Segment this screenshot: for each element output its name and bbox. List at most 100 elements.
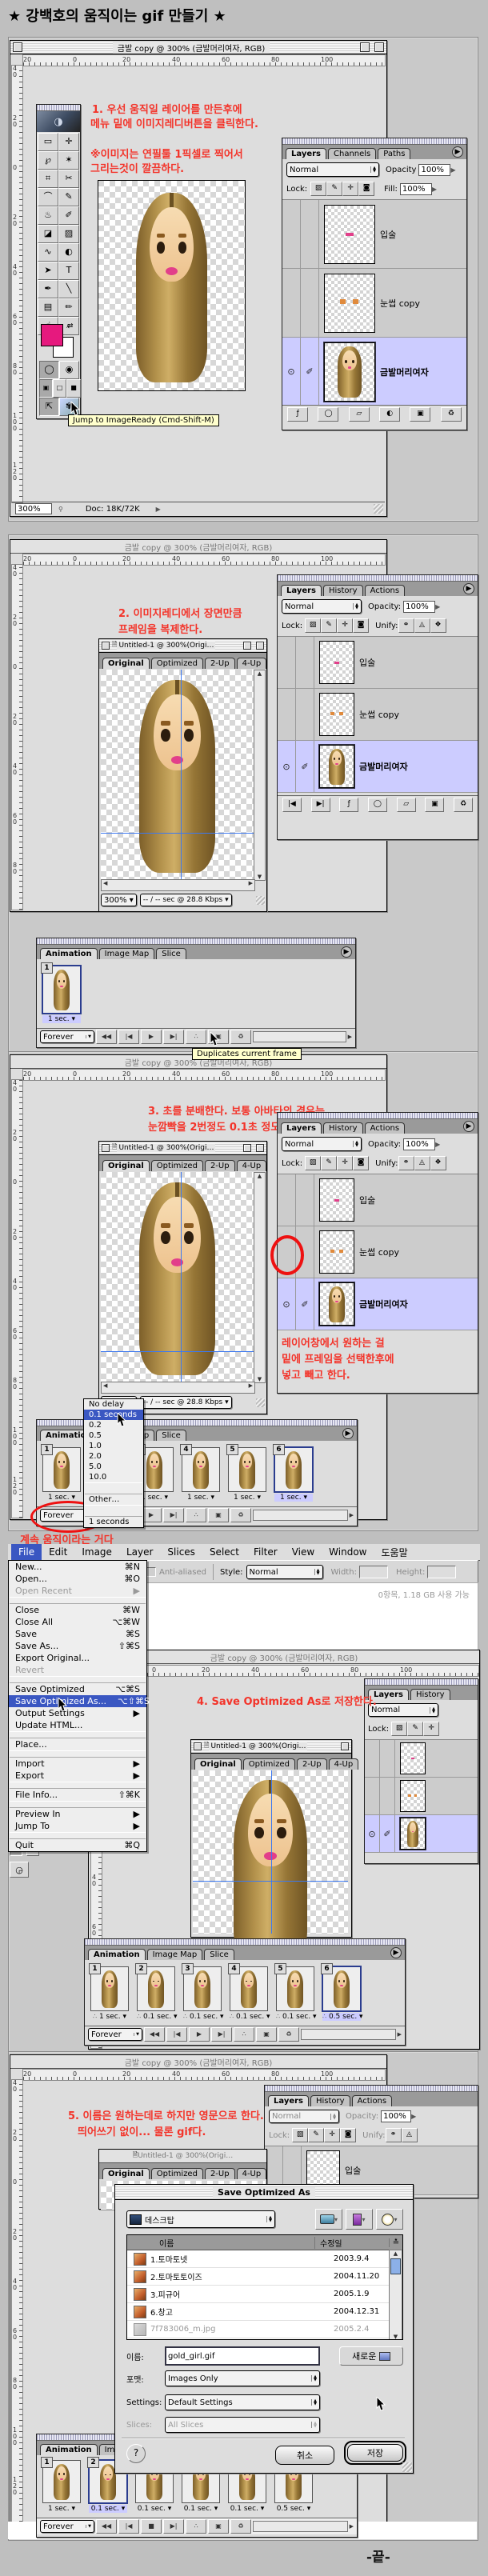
tool-button[interactable]: ╲	[58, 280, 79, 298]
menubar-item[interactable]: Layer	[119, 1544, 160, 1560]
playback-button-icon[interactable]: ▶|	[211, 2027, 232, 2042]
preview-info-select[interactable]: -- / -- sec @ 28.8 Kbps ▾	[140, 1396, 232, 1409]
tab-slice[interactable]: Slice	[156, 948, 186, 959]
horizontal-scrollbar[interactable]: ◀▶	[101, 1382, 255, 1394]
visibility-eye-icon[interactable]: ⊙	[365, 1740, 380, 1777]
tool-button[interactable]: ✐	[58, 206, 79, 225]
playback-button-icon[interactable]: ▶|	[163, 2519, 184, 2534]
screen-mode-icon[interactable]: □	[53, 379, 66, 398]
doc-titlebar[interactable]: 🗎 Untitled-1 @ 300%(Origi…	[99, 1142, 266, 1155]
playback-button-icon[interactable]: ▶|	[163, 1030, 184, 1044]
vertical-scrollbar[interactable]: ▲▼	[254, 1172, 266, 1383]
frame-delay[interactable]: 1 sec. ▾	[274, 1494, 313, 1502]
lock-transparency-icon[interactable]: ▨	[310, 182, 326, 196]
tab-actions[interactable]: Actions	[365, 585, 406, 596]
tool-button[interactable]: ∿	[38, 243, 58, 262]
layer-row[interactable]: ⊙ ✐	[365, 1815, 478, 1853]
file-menu-item[interactable]: Output Settings▶	[9, 1707, 146, 1719]
lock-image-icon[interactable]: ✎	[321, 618, 337, 633]
delay-menu-item[interactable]: 5.0	[84, 1462, 143, 1472]
frame-delay[interactable]: ∴ 0.1 sec. ▾	[230, 2013, 268, 2021]
resize-grip[interactable]	[256, 896, 265, 905]
frame-delay[interactable]: ∴ 0.5 sec. ▾	[322, 2013, 361, 2021]
tool-button[interactable]: T	[58, 262, 79, 280]
visibility-eye-icon[interactable]: ⊙	[278, 741, 296, 792]
unify-position-icon[interactable]: ⚭	[398, 618, 414, 633]
tab-original[interactable]: Original	[102, 658, 150, 669]
resize-grip[interactable]	[256, 1398, 265, 1407]
frame-delay[interactable]: 1 sec. ▾	[182, 1494, 220, 1502]
antialiased-checkbox[interactable]	[146, 1567, 156, 1577]
scroll-right-icon[interactable]: ▶	[350, 2523, 354, 2530]
palette-button-icon[interactable]: ▶|	[311, 798, 330, 812]
playback-button-icon[interactable]: ▶	[189, 2027, 210, 2042]
menubar-item[interactable]: Filter	[246, 1544, 285, 1560]
tool-button[interactable]: ⌒	[38, 188, 58, 206]
loop-select[interactable]: Forever▼	[88, 2028, 142, 2041]
preview-info-select[interactable]: -- / -- sec @ 28.8 Kbps ▾	[140, 894, 232, 906]
delay-menu-item[interactable]: 0.2	[84, 1420, 143, 1430]
tab-optimized[interactable]: Optimized	[151, 1160, 203, 1171]
animation-frame[interactable]: 1 1 sec. ▾	[42, 1447, 81, 1502]
tab-layers[interactable]: Layers	[286, 148, 326, 159]
animation-frame[interactable]: 6 ∴ 0.5 sec. ▾	[322, 1966, 361, 2021]
screen-mode-icon[interactable]: ▣	[39, 379, 53, 398]
animation-frame[interactable]: 1 1 sec. ▾	[42, 966, 81, 1023]
palette-drag-bar[interactable]	[37, 938, 355, 945]
palette-drag-bar[interactable]	[37, 105, 80, 111]
image-canvas[interactable]	[98, 180, 246, 391]
tab-layers[interactable]: Layers	[268, 2095, 309, 2106]
file-menu-item[interactable]: Revert	[9, 1664, 146, 1676]
palette-button-icon[interactable]: ◐	[379, 407, 400, 422]
tab-history[interactable]: History	[410, 1689, 450, 1700]
tool-button[interactable]: ℘	[38, 151, 58, 170]
animation-frame[interactable]: 4 ∴ 0.1 sec. ▾	[230, 1966, 268, 2021]
tab-imagemap[interactable]: Image Map	[147, 1949, 203, 1960]
column-date[interactable]: 수정일	[314, 2237, 389, 2249]
menubar-item[interactable]: 도움말	[374, 1544, 415, 1560]
file-menu-item[interactable]	[10, 1597, 146, 1604]
close-box-icon[interactable]	[13, 42, 22, 52]
frame-delay[interactable]: ∴ 1 sec. ▾	[90, 2013, 129, 2021]
windowshade-box-icon[interactable]	[243, 1144, 251, 1152]
file-menu-item[interactable]: Open Recent▶	[9, 1585, 146, 1597]
tab-4up[interactable]: 4-Up	[329, 1758, 359, 1770]
tab-2up[interactable]: 2-Up	[205, 1160, 235, 1171]
lock-transparency-icon[interactable]: ▨	[305, 618, 321, 633]
window-titlebar[interactable]: 금발 copy @ 300% (금발머리여자, RGB)	[10, 41, 386, 54]
layer-row[interactable]: ⊙ ✐ 눈썹 copy	[282, 269, 466, 338]
location-select[interactable]: 데스크탑▲▼	[126, 2210, 275, 2228]
layer-row[interactable]: ⊙ ✐	[365, 1778, 478, 1815]
palette-menu-icon[interactable]: ▶	[463, 1121, 474, 1132]
playback-button-icon[interactable]: ♻	[278, 2027, 299, 2042]
tool-button[interactable]: ➤	[38, 262, 58, 280]
tab-history[interactable]: History	[310, 2095, 350, 2106]
tool-button[interactable]: ✂	[58, 170, 79, 188]
palette-button-icon[interactable]: ▣	[425, 798, 444, 812]
file-menu-item[interactable]: Quit⌘Q	[9, 1839, 146, 1851]
blend-mode-select[interactable]: Normal▲▼	[286, 162, 379, 177]
lock-transparency-icon[interactable]: ▨	[292, 2128, 308, 2142]
palette-scrollbar[interactable]	[253, 2521, 348, 2532]
playback-button-icon[interactable]: ♻	[230, 1030, 251, 1044]
unify-position-icon[interactable]: ⚭	[386, 2128, 402, 2142]
delay-menu-item[interactable]: 10.0	[84, 1472, 143, 1482]
dialog-titlebar[interactable]: Save Optimized As	[115, 2185, 413, 2200]
playback-button-icon[interactable]: ∴	[186, 1030, 206, 1044]
layer-row[interactable]: ⊙ ✐ 금발머리여자	[282, 338, 466, 405]
lock-all-icon[interactable]: ◙	[353, 618, 369, 633]
list-scrollbar[interactable]: ▲ ▼	[389, 2250, 402, 2340]
tab-channels[interactable]: Channels	[328, 148, 376, 159]
zoom-box-icon[interactable]	[256, 642, 264, 650]
sort-order-icon[interactable]: ≛	[389, 2238, 402, 2247]
unify-visibility-icon[interactable]: ◬	[414, 1156, 430, 1170]
frame-delay[interactable]: 0.1 sec. ▾	[182, 2505, 220, 2513]
doc-titlebar[interactable]: 🗎 Untitled-1 @ 300%(Origi…	[99, 639, 266, 653]
playback-button-icon[interactable]: ▣	[256, 2027, 277, 2042]
animation-frame[interactable]: 6 1 sec. ▾	[274, 1447, 313, 1502]
opacity-value[interactable]: 100%	[403, 1138, 435, 1150]
help-button[interactable]: ?	[126, 2444, 146, 2463]
layer-row[interactable]: ⊙ ✐ 금발머리여자	[278, 1278, 478, 1330]
close-box-icon[interactable]	[102, 642, 110, 650]
paint-indicator-icon[interactable]: ✐	[296, 689, 314, 740]
